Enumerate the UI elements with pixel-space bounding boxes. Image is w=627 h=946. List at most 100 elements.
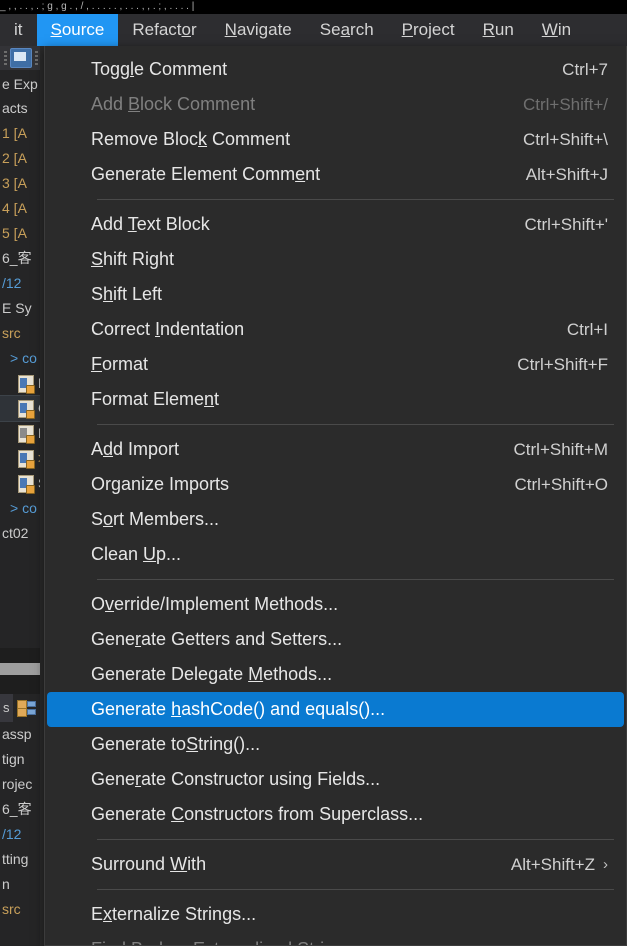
mnemonic: h xyxy=(103,284,114,304)
menubar-item-project[interactable]: Project xyxy=(388,14,469,46)
menu-item-label: Shift Right xyxy=(91,249,175,269)
menu-item-add-import[interactable]: Add Import Ctrl+Shift+M xyxy=(47,432,624,467)
mnemonic: h xyxy=(171,699,182,719)
menu-item-format-element[interactable]: Format Element xyxy=(47,382,624,417)
menu-item-generate-constructors-from-superclass[interactable]: Generate Constructors from Superclass... xyxy=(47,797,624,832)
mnemonic: W xyxy=(170,854,188,874)
menu-item-label: Find Broken Externalized Strings xyxy=(91,939,353,945)
menu-item-add-block-comment: Add Block Comment Ctrl+Shift+/ xyxy=(47,87,624,122)
menu-item-organize-imports[interactable]: Organize Imports Ctrl+Shift+O xyxy=(47,467,624,502)
menubar-item-win[interactable]: Win xyxy=(528,14,585,46)
menu-separator xyxy=(97,579,614,580)
menu-item-format[interactable]: Format Ctrl+Shift+F xyxy=(47,347,624,382)
menu-item-label: Surround With xyxy=(91,854,207,874)
menu-item-surround-with[interactable]: Surround With Alt+Shift+Z › xyxy=(47,847,624,882)
mnemonic: M xyxy=(248,664,264,684)
mnemonic: r xyxy=(135,769,142,789)
menu-item-toggle-comment[interactable]: Toggle Comment Ctrl+7 xyxy=(47,52,624,87)
java-file-pkg-icon xyxy=(18,424,35,444)
menu-item-clean-up[interactable]: Clean Up... xyxy=(47,537,624,572)
menu-item-generate-constructor-using-fields[interactable]: Generate Constructor using Fields... xyxy=(47,762,624,797)
toolbar-grip-icon[interactable] xyxy=(4,51,7,65)
menu-item-remove-block-comment[interactable]: Remove Block Comment Ctrl+Shift+\ xyxy=(47,122,624,157)
menu-item-find-broken-externalized-strings: Find Broken Externalized Strings xyxy=(47,932,624,945)
menu-item-label: Generate Constructors from Superclass... xyxy=(91,804,424,824)
menu-item-label: Correct Indentation xyxy=(91,319,245,339)
menu-item-label: Generate Delegate Methods... xyxy=(91,664,333,684)
mnemonic: R xyxy=(482,20,495,39)
mnemonic: e xyxy=(295,164,306,184)
menu-item-externalize-strings[interactable]: Externalize Strings... xyxy=(47,897,624,932)
menu-item-label: Format Element xyxy=(91,389,220,409)
tree-item-label: ct02 xyxy=(2,525,29,541)
menu-item-override-implement-methods[interactable]: Override/Implement Methods... xyxy=(47,587,624,622)
menubar-item-run[interactable]: Run xyxy=(469,14,528,46)
menu-item-shortcut: Ctrl+Shift+/ xyxy=(522,94,608,114)
mnemonic: U xyxy=(143,544,157,564)
outline-tab[interactable]: s xyxy=(0,694,13,722)
menu-item-label: Externalize Strings... xyxy=(91,904,257,924)
menu-item-generate-element-comment[interactable]: Generate Element Comment Alt+Shift+J xyxy=(47,157,624,192)
tree-item-label: rojec xyxy=(2,776,33,792)
mnemonic: v xyxy=(105,594,115,614)
mnemonic: x xyxy=(103,904,113,924)
collapse-all-icon[interactable] xyxy=(10,48,32,68)
menu-item-generate-tostring[interactable]: Generate toString()... xyxy=(47,727,624,762)
explorer-horizontal-scrollbar[interactable] xyxy=(0,663,40,675)
ide-background: _ , , . . , . ; g , g . , / , . . . . . … xyxy=(0,0,627,946)
tree-item-label: /12 xyxy=(2,275,22,291)
menu-separator xyxy=(97,839,614,840)
tree-item-label: 6_客 xyxy=(2,250,32,266)
tree-item-label: 3 [A xyxy=(2,175,27,191)
menubar-item-source[interactable]: Source xyxy=(36,14,119,46)
menu-item-shortcut: Ctrl+Shift+\ xyxy=(522,129,608,149)
java-file-icon xyxy=(18,449,35,469)
java-file-icon xyxy=(18,399,35,419)
menu-item-generate-hashcode-and-equals[interactable]: Generate hashCode() and equals()... xyxy=(47,692,624,727)
menu-bar[interactable]: it Source Refactor Navigate Search Project Run… xyxy=(0,14,627,46)
menu-item-label: Add Text Block xyxy=(91,214,210,234)
tree-item-label: acts xyxy=(2,100,28,116)
title-strip: _ , , . . , . ; g , g . , / , . . . . . … xyxy=(0,0,627,14)
menu-item-shift-right[interactable]: Shift Right xyxy=(47,242,624,277)
mnemonic: d xyxy=(103,439,114,459)
java-file-icon xyxy=(18,474,35,494)
source-dropdown-menu[interactable]: Toggle Comment Ctrl+7 Add Block Comment Ctr… xyxy=(44,46,627,946)
menubar-item-refactor[interactable]: Refactor xyxy=(118,14,210,46)
mnemonic: n xyxy=(204,389,215,409)
menu-item-label: Add Import xyxy=(91,439,180,459)
menu-item-add-text-block[interactable]: Add Text Block Ctrl+Shift+' xyxy=(47,207,624,242)
mnemonic: P xyxy=(401,20,413,39)
mnemonic: T xyxy=(127,214,137,234)
menu-item-label: Generate Getters and Setters... xyxy=(91,629,343,649)
tree-item-label: 6_客 xyxy=(2,801,32,817)
menubar-item-it[interactable]: it xyxy=(0,14,37,46)
mnemonic: C xyxy=(171,804,185,824)
mnemonic: F xyxy=(91,354,102,374)
menubar-item-search[interactable]: Search xyxy=(306,14,388,46)
menu-item-generate-getters-and-setters[interactable]: Generate Getters and Setters... xyxy=(47,622,624,657)
tree-item-label: tign xyxy=(2,751,25,767)
chevron-right-icon: › xyxy=(603,856,608,873)
menu-item-shortcut: Ctrl+Shift+O xyxy=(514,474,608,494)
menu-item-shortcut: Ctrl+Shift+M xyxy=(513,439,608,459)
menu-item-label: Toggle Comment xyxy=(91,59,228,79)
tree-item-label: src xyxy=(2,901,21,917)
menubar-item-navigate[interactable]: Navigate xyxy=(211,14,306,46)
menu-item-label: Format xyxy=(91,354,149,374)
menu-item-shift-left[interactable]: Shift Left xyxy=(47,277,624,312)
mnemonic: o xyxy=(103,509,114,529)
menu-item-generate-delegate-methods[interactable]: Generate Delegate Methods... xyxy=(47,657,624,692)
tree-item-label: > co xyxy=(10,500,37,516)
menu-separator xyxy=(97,889,614,890)
menu-item-correct-indentation[interactable]: Correct Indentation Ctrl+I xyxy=(47,312,624,347)
mnemonic: o xyxy=(181,20,191,39)
menu-item-sort-members[interactable]: Sort Members... xyxy=(47,502,624,537)
menu-item-label: Shift Left xyxy=(91,284,163,304)
package-explorer-icon[interactable] xyxy=(16,700,36,717)
mnemonic: N xyxy=(224,20,237,39)
menu-item-label: Generate Element Comment xyxy=(91,164,321,184)
mnemonic: S xyxy=(186,734,199,754)
tree-item-label: 5 [A xyxy=(2,225,27,241)
toolbar-grip-icon-2[interactable] xyxy=(35,51,38,65)
